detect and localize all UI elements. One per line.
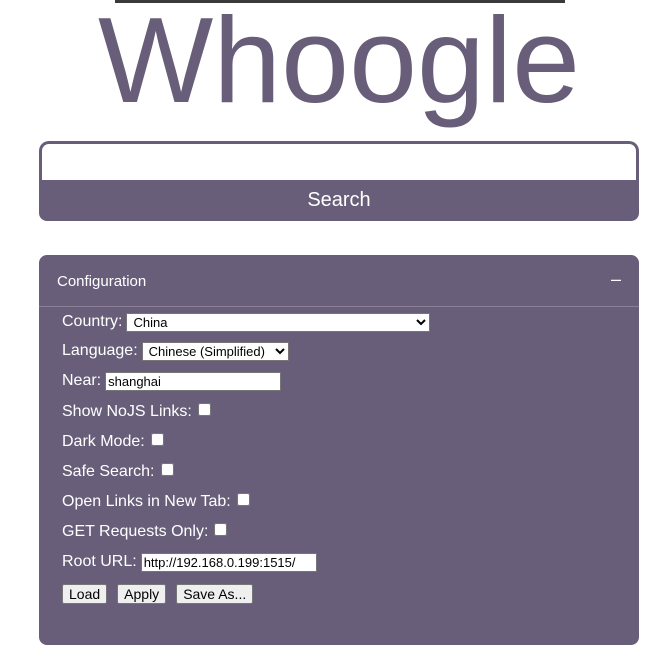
search-button[interactable]: Search — [39, 180, 639, 221]
country-label: Country: — [62, 313, 123, 330]
safe-search-row: Safe Search: — [62, 461, 174, 483]
apply-button[interactable]: Apply — [117, 584, 167, 604]
logo-text: Whoogle — [98, 0, 580, 128]
save-as-button[interactable]: Save As... — [176, 584, 254, 604]
config-actions: Load Apply Save As... — [62, 583, 263, 605]
configuration-header[interactable]: Configuration – — [39, 255, 639, 307]
dark-mode-checkbox[interactable] — [150, 432, 164, 446]
dark-mode-row: Dark Mode: — [62, 431, 164, 453]
near-label: Near: — [62, 372, 102, 389]
collapse-icon[interactable]: – — [611, 269, 621, 290]
search-form: Search — [39, 141, 639, 221]
language-label: Language: — [62, 342, 138, 359]
new-tab-checkbox[interactable] — [236, 492, 250, 506]
root-url-label: Root URL: — [62, 553, 137, 570]
new-tab-row: Open Links in New Tab: — [62, 491, 250, 513]
root-url-row: Root URL: — [62, 551, 317, 573]
country-row: Country: China — [62, 311, 431, 333]
search-input[interactable] — [39, 141, 639, 181]
whoogle-logo: Whoogle — [98, 0, 580, 128]
get-only-row: GET Requests Only: — [62, 521, 228, 543]
language-row: Language: Chinese (Simplified) — [62, 340, 289, 362]
get-only-checkbox[interactable] — [214, 522, 228, 536]
root-url-input[interactable] — [140, 552, 317, 572]
safe-search-checkbox[interactable] — [160, 462, 174, 476]
nojs-label: Show NoJS Links: — [62, 403, 192, 420]
new-tab-label: Open Links in New Tab: — [62, 493, 231, 510]
safe-search-label: Safe Search: — [62, 463, 155, 480]
country-select[interactable]: China — [126, 312, 431, 332]
language-select[interactable]: Chinese (Simplified) — [141, 341, 289, 361]
configuration-panel: Configuration – Country: China Language:… — [39, 255, 639, 645]
configuration-title: Configuration — [57, 273, 147, 290]
page: Whoogle Search Configuration – Country: … — [0, 0, 666, 661]
get-only-label: GET Requests Only: — [62, 523, 209, 540]
near-input[interactable] — [105, 371, 282, 391]
load-button[interactable]: Load — [62, 584, 108, 604]
near-row: Near: — [62, 370, 282, 392]
nojs-checkbox[interactable] — [197, 402, 211, 416]
dark-mode-label: Dark Mode: — [62, 433, 145, 450]
nojs-row: Show NoJS Links: — [62, 401, 211, 423]
